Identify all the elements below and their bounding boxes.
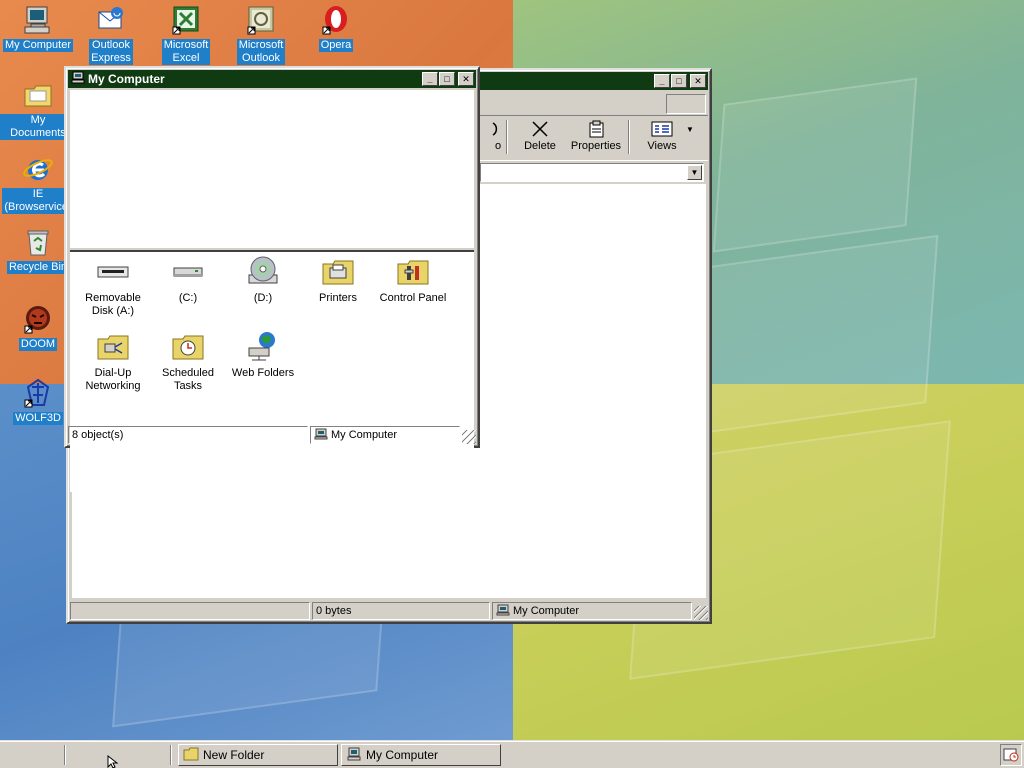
- folder-icon: [21, 78, 55, 112]
- item-scheduled-tasks[interactable]: Scheduled Tasks: [150, 329, 226, 393]
- properties-icon: [566, 118, 626, 140]
- desktop-icon-microsoft-outlook[interactable]: Microsoft Outlook: [223, 3, 299, 65]
- desktop-icon-my-computer[interactable]: My Computer: [0, 3, 76, 52]
- my-computer-titlebar[interactable]: My Computer _ □ ✕: [68, 70, 476, 88]
- taskbar-button-new-folder[interactable]: New Folder: [178, 744, 338, 766]
- address-input[interactable]: ▼: [480, 163, 704, 182]
- delete-button[interactable]: Delete: [510, 118, 570, 158]
- printers-folder-icon: [321, 254, 355, 288]
- web-folders-icon: [246, 329, 280, 363]
- window-title: My Computer: [88, 72, 165, 86]
- computer-icon: [346, 747, 362, 764]
- computer-icon: [21, 3, 55, 37]
- wolf3d-icon: [21, 376, 55, 410]
- chevron-down-icon: ▼: [686, 124, 694, 134]
- folder-icon: [183, 747, 199, 764]
- computer-icon: [314, 428, 328, 443]
- menu-bar: [478, 92, 708, 116]
- item-control-panel[interactable]: Control Panel: [375, 254, 451, 305]
- dialup-networking-icon: [96, 329, 130, 363]
- desktop-icon-outlook-express[interactable]: Outlook Express: [73, 3, 149, 65]
- hard-drive-icon: [171, 254, 205, 288]
- mouse-cursor: [107, 754, 121, 768]
- my-computer-window[interactable]: My Computer _ □ ✕ Removable Disk (A:) (C…: [64, 66, 480, 492]
- minimize-button[interactable]: _: [422, 72, 438, 86]
- desktop-icon-opera[interactable]: Opera: [298, 3, 374, 52]
- item-dialup-networking[interactable]: Dial-Up Networking: [75, 329, 151, 393]
- views-dropdown-button[interactable]: ▼: [682, 118, 698, 158]
- scheduler-tray-icon[interactable]: [1003, 746, 1019, 765]
- scheduled-tasks-icon: [171, 329, 205, 363]
- internet-explorer-icon: [21, 152, 55, 186]
- desktop-icon-microsoft-excel[interactable]: Microsoft Excel: [148, 3, 224, 65]
- taskbar-button-my-computer[interactable]: My Computer: [341, 744, 501, 766]
- throbber: [666, 94, 706, 114]
- doom-icon: [21, 302, 55, 336]
- taskbar: New Folder My Computer: [0, 740, 1024, 768]
- item-printers[interactable]: Printers: [300, 254, 376, 305]
- control-panel-icon: [396, 254, 430, 288]
- standard-toolbar: o Delete Properties Views ▼: [478, 118, 708, 158]
- close-button[interactable]: ✕: [458, 72, 474, 86]
- delete-icon: [510, 118, 570, 140]
- resize-grip[interactable]: [694, 606, 708, 620]
- recycle-bin-icon: [21, 225, 55, 259]
- item-web-folders[interactable]: Web Folders: [225, 329, 301, 380]
- my-computer-content[interactable]: Removable Disk (A:) (C:) (D:) Printers C…: [70, 250, 474, 492]
- floppy-drive-icon: [96, 254, 130, 288]
- close-button[interactable]: ✕: [690, 74, 706, 88]
- resize-grip[interactable]: [462, 430, 476, 444]
- folder-status-bar: 0 bytes My Computer: [70, 602, 708, 620]
- item-removable-disk[interactable]: Removable Disk (A:): [75, 254, 151, 318]
- minimize-button[interactable]: _: [654, 74, 670, 88]
- blank-header-area: [70, 90, 474, 248]
- address-bar: ▼: [478, 160, 708, 184]
- computer-icon: [71, 71, 85, 87]
- opera-icon: [319, 3, 353, 37]
- address-dropdown-button[interactable]: ▼: [687, 165, 702, 180]
- outlook-express-icon: [94, 3, 128, 37]
- maximize-button[interactable]: □: [439, 72, 455, 86]
- cd-drive-icon: [246, 254, 280, 288]
- maximize-button[interactable]: □: [671, 74, 687, 88]
- item-d-drive[interactable]: (D:): [225, 254, 301, 305]
- properties-button[interactable]: Properties: [566, 118, 626, 158]
- status-object-count: 8 object(s): [68, 426, 308, 444]
- status-location: My Computer: [492, 602, 692, 620]
- excel-icon: [169, 3, 203, 37]
- system-tray[interactable]: [1000, 744, 1022, 766]
- my-computer-status-bar: 8 object(s) My Computer: [68, 426, 476, 444]
- status-objects: [70, 602, 310, 620]
- outlook-icon: [244, 3, 278, 37]
- item-c-drive[interactable]: (C:): [150, 254, 226, 305]
- status-location: My Computer: [310, 426, 460, 444]
- computer-icon: [496, 604, 510, 619]
- status-size: 0 bytes: [312, 602, 490, 620]
